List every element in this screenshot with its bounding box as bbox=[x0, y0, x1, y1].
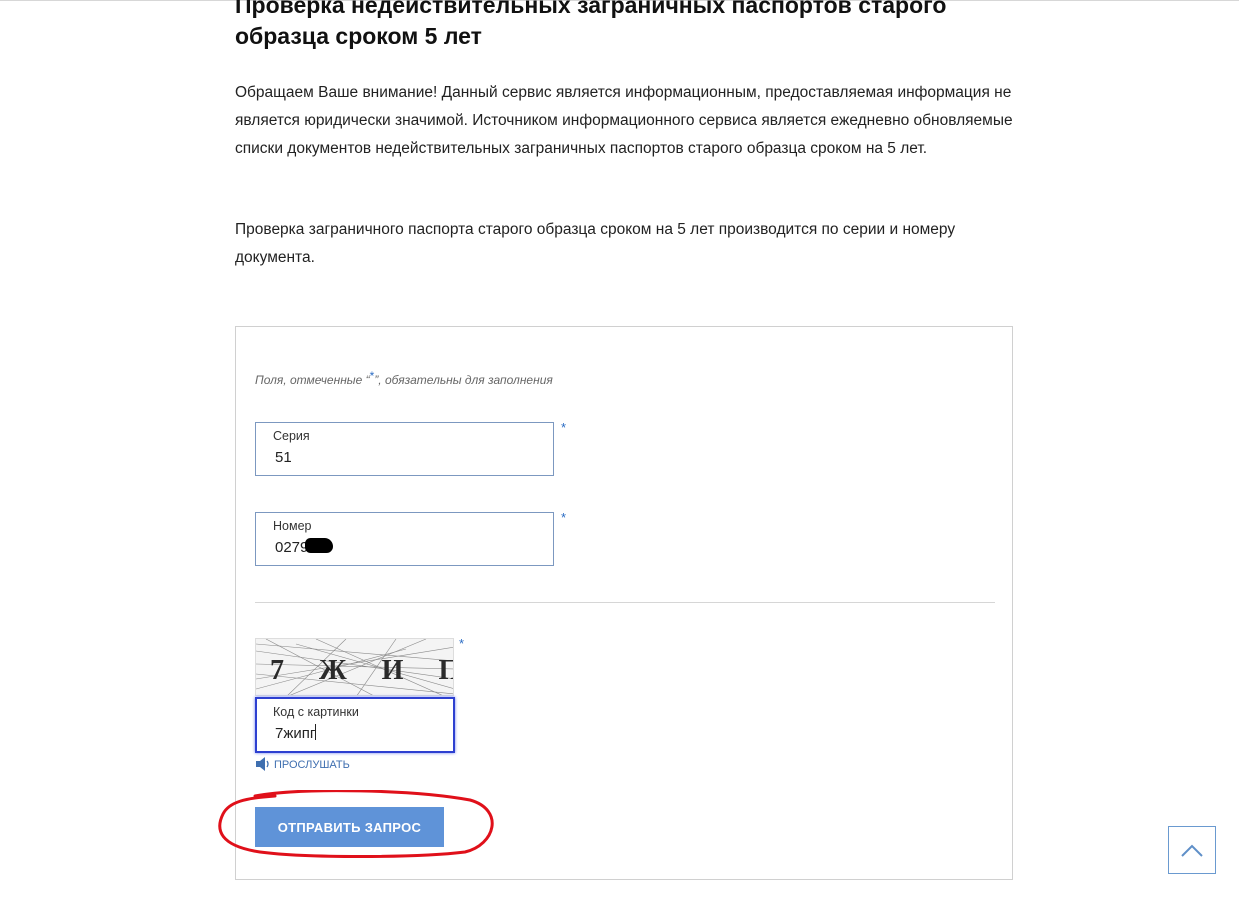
page-title-line1: Проверка недействительных заграничных па… bbox=[235, 0, 947, 18]
info-paragraph: Обращаем Ваше внимание! Данный сервис яв… bbox=[235, 84, 1013, 157]
number-field[interactable]: Номер 0279 bbox=[255, 512, 554, 566]
speaker-icon bbox=[256, 757, 269, 771]
required-hint-after: ”, обязательны для заполнения bbox=[374, 373, 553, 387]
text-caret bbox=[315, 724, 317, 740]
required-hint-star: * bbox=[369, 369, 375, 383]
number-input[interactable]: 0279 bbox=[275, 539, 308, 556]
chevron-up-icon bbox=[1181, 844, 1203, 857]
page-title: Проверка недействительных заграничных па… bbox=[235, 0, 1015, 52]
required-hint-before: Поля, отмеченные “ bbox=[255, 373, 370, 387]
series-field[interactable]: Серия 51 bbox=[255, 422, 554, 476]
listen-captcha-link[interactable]: ПРОСЛУШАТЬ bbox=[255, 757, 350, 771]
captcha-required-mark: * bbox=[459, 636, 465, 651]
series-required-mark: * bbox=[561, 420, 567, 435]
number-label: Номер bbox=[273, 519, 312, 533]
captcha-label: Код с картинки bbox=[273, 705, 359, 719]
captcha-text: 7 Ж И П Г bbox=[270, 655, 454, 686]
form-divider bbox=[255, 602, 995, 603]
number-required-mark: * bbox=[561, 510, 567, 525]
captcha-input-value: 7жипг bbox=[275, 725, 316, 742]
redaction-mark bbox=[305, 538, 333, 553]
series-label: Серия bbox=[273, 429, 310, 443]
captcha-field[interactable]: Код с картинки 7жипг bbox=[255, 697, 455, 753]
required-hint: Поля, отмеченные “*”, обязательны для за… bbox=[255, 369, 553, 387]
instruction-paragraph: Проверка заграничного паспорта старого о… bbox=[235, 221, 956, 266]
captcha-image: 7 Ж И П Г bbox=[255, 638, 454, 696]
listen-label: ПРОСЛУШАТЬ bbox=[274, 759, 350, 771]
scroll-to-top-button[interactable] bbox=[1168, 826, 1216, 874]
red-circle-annotation bbox=[218, 790, 494, 858]
captcha-noise: 7 Ж И П Г bbox=[256, 639, 454, 695]
captcha-input[interactable]: 7жипг bbox=[275, 724, 317, 742]
series-input[interactable]: 51 bbox=[275, 449, 292, 466]
page-title-line2: образца сроком 5 лет bbox=[235, 23, 482, 49]
